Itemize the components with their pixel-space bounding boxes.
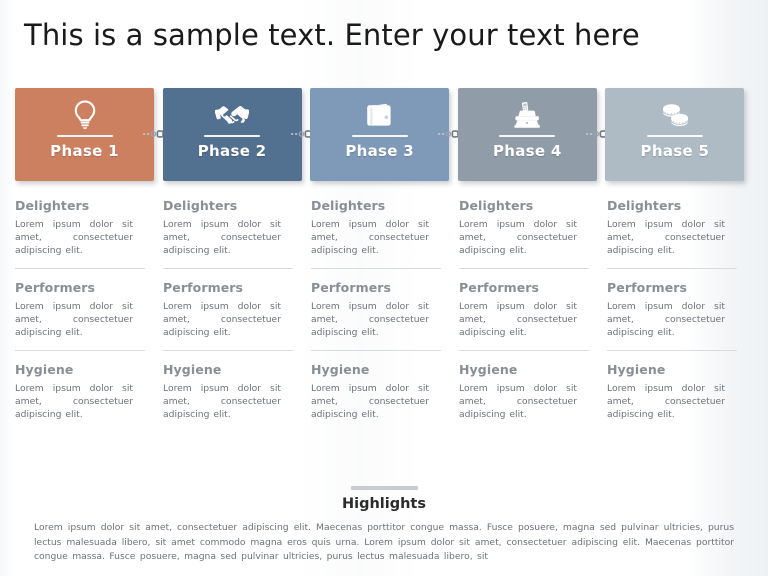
content-block: Delighters Lorem ipsum dolor sit amet, co… xyxy=(607,198,737,257)
content-block-title: Delighters xyxy=(15,198,90,213)
phase-box-2[interactable]: Phase 2 xyxy=(162,88,302,181)
content-block-body: Lorem ipsum dolor sit amet, consectetuer… xyxy=(607,301,725,338)
content-block-title: Delighters xyxy=(163,198,238,213)
content-block-title: Delighters xyxy=(607,198,682,213)
content-block: Hygiene Lorem ipsum dolor sit amet, conse… xyxy=(15,362,145,421)
phase-label: Phase 3 xyxy=(345,142,415,160)
handshake-icon xyxy=(215,98,250,132)
content-block-title: Performers xyxy=(163,280,244,295)
highlights-body: Lorem ipsum dolor sit amet, consectetuer… xyxy=(34,522,734,562)
content-block-title: Hygiene xyxy=(607,362,666,377)
page-title: This is a sample text. Enter your text h… xyxy=(24,18,640,52)
phase-label: Phase 4 xyxy=(492,142,562,160)
content-block: Performers Lorem ipsum dolor sit amet, co… xyxy=(607,280,737,339)
content-block-title: Performers xyxy=(459,280,540,295)
content-column-3: Delighters Lorem ipsum dolor sit amet, co… xyxy=(311,198,459,473)
content-block-title: Hygiene xyxy=(15,362,74,377)
content-block-body: Lorem ipsum dolor sit amet, consectetuer… xyxy=(15,219,133,256)
phase-box-3[interactable]: Phase 3 xyxy=(310,88,450,181)
content-block-title: Delighters xyxy=(459,198,534,213)
highlights-section: Highlights Lorem ipsum dolor sit amet, c… xyxy=(0,486,768,565)
content-column-2: Delighters Lorem ipsum dolor sit amet, co… xyxy=(163,198,311,473)
content-block: Delighters Lorem ipsum dolor sit amet, co… xyxy=(163,198,293,257)
content-block-body: Lorem ipsum dolor sit amet, consectetuer… xyxy=(15,383,133,420)
content-block-title: Delighters xyxy=(311,198,386,213)
phase-rule xyxy=(351,135,408,137)
content-block-body: Lorem ipsum dolor sit amet, consectetuer… xyxy=(311,383,429,420)
content-block-body: Lorem ipsum dolor sit amet, consectetuer… xyxy=(607,219,725,256)
content-block-divider xyxy=(607,268,737,269)
content-block: Delighters Lorem ipsum dolor sit amet, co… xyxy=(311,198,441,257)
content-block: Performers Lorem ipsum dolor sit amet, co… xyxy=(15,280,145,339)
content-block-divider xyxy=(459,268,589,269)
content-block: Delighters Lorem ipsum dolor sit amet, co… xyxy=(15,198,145,257)
content-block-body: Lorem ipsum dolor sit amet, consectetuer… xyxy=(459,301,577,338)
highlights-title: Highlights xyxy=(341,496,426,512)
content-block-body: Lorem ipsum dolor sit amet, consectetuer… xyxy=(311,219,429,256)
content-block: Performers Lorem ipsum dolor sit amet, co… xyxy=(163,280,293,339)
cash-register-icon xyxy=(512,98,542,132)
phase-box-4[interactable]: Phase 4 xyxy=(457,88,597,181)
content-block-divider xyxy=(15,350,145,351)
content-block-title: Hygiene xyxy=(459,362,518,377)
content-block: Performers Lorem ipsum dolor sit amet, co… xyxy=(459,280,589,339)
content-block-divider xyxy=(163,350,293,351)
phase-rule xyxy=(499,135,556,137)
wallet-icon xyxy=(366,98,394,132)
content-block-title: Performers xyxy=(607,280,688,295)
phase-rule xyxy=(646,135,703,137)
phase-box-5[interactable]: Phase 5 xyxy=(605,88,745,181)
lightbulb-icon xyxy=(72,98,98,132)
content-block-body: Lorem ipsum dolor sit amet, consectetuer… xyxy=(311,301,429,338)
content-block: Hygiene Lorem ipsum dolor sit amet, conse… xyxy=(163,362,293,421)
phase-label: Phase 1 xyxy=(50,142,119,160)
content-block: Performers Lorem ipsum dolor sit amet, co… xyxy=(311,280,441,339)
phase-rule xyxy=(56,135,113,137)
content-block-body: Lorem ipsum dolor sit amet, consectetuer… xyxy=(163,219,281,256)
content-block-body: Lorem ipsum dolor sit amet, consectetuer… xyxy=(163,301,281,338)
content-columns: Delighters Lorem ipsum dolor sit amet, co… xyxy=(15,198,753,473)
content-block-body: Lorem ipsum dolor sit amet, consectetuer… xyxy=(459,383,577,420)
phase-box-1[interactable]: Phase 1 xyxy=(15,88,154,181)
phase-label: Phase 5 xyxy=(640,142,710,160)
content-column-1: Delighters Lorem ipsum dolor sit amet, co… xyxy=(15,198,163,473)
content-block-divider xyxy=(15,268,145,269)
content-block: Hygiene Lorem ipsum dolor sit amet, conse… xyxy=(459,362,589,421)
content-block-title: Hygiene xyxy=(311,362,370,377)
content-column-5: Delighters Lorem ipsum dolor sit amet, co… xyxy=(607,198,755,473)
content-block: Hygiene Lorem ipsum dolor sit amet, conse… xyxy=(311,362,441,421)
content-block: Hygiene Lorem ipsum dolor sit amet, conse… xyxy=(607,362,737,421)
phase-label: Phase 2 xyxy=(197,142,267,160)
content-block-divider xyxy=(459,350,589,351)
content-block-body: Lorem ipsum dolor sit amet, consectetuer… xyxy=(607,383,725,420)
content-block-title: Performers xyxy=(15,280,96,295)
content-block-body: Lorem ipsum dolor sit amet, consectetuer… xyxy=(15,301,133,338)
coins-icon xyxy=(660,98,690,132)
content-block-divider xyxy=(311,350,441,351)
phase-rule xyxy=(204,135,261,137)
content-column-4: Delighters Lorem ipsum dolor sit amet, co… xyxy=(459,198,607,473)
content-block-divider xyxy=(163,268,293,269)
content-block: Delighters Lorem ipsum dolor sit amet, co… xyxy=(459,198,589,257)
content-block-title: Performers xyxy=(311,280,392,295)
content-block-body: Lorem ipsum dolor sit amet, consectetuer… xyxy=(459,219,577,256)
content-block-title: Hygiene xyxy=(163,362,222,377)
content-block-divider xyxy=(607,350,737,351)
content-block-divider xyxy=(311,268,441,269)
highlights-rule xyxy=(350,486,418,490)
content-block-body: Lorem ipsum dolor sit amet, consectetuer… xyxy=(163,383,281,420)
phase-row: Phase 1 Phase 2 Phase 3 Phase 4 Phase 5 xyxy=(15,88,753,181)
